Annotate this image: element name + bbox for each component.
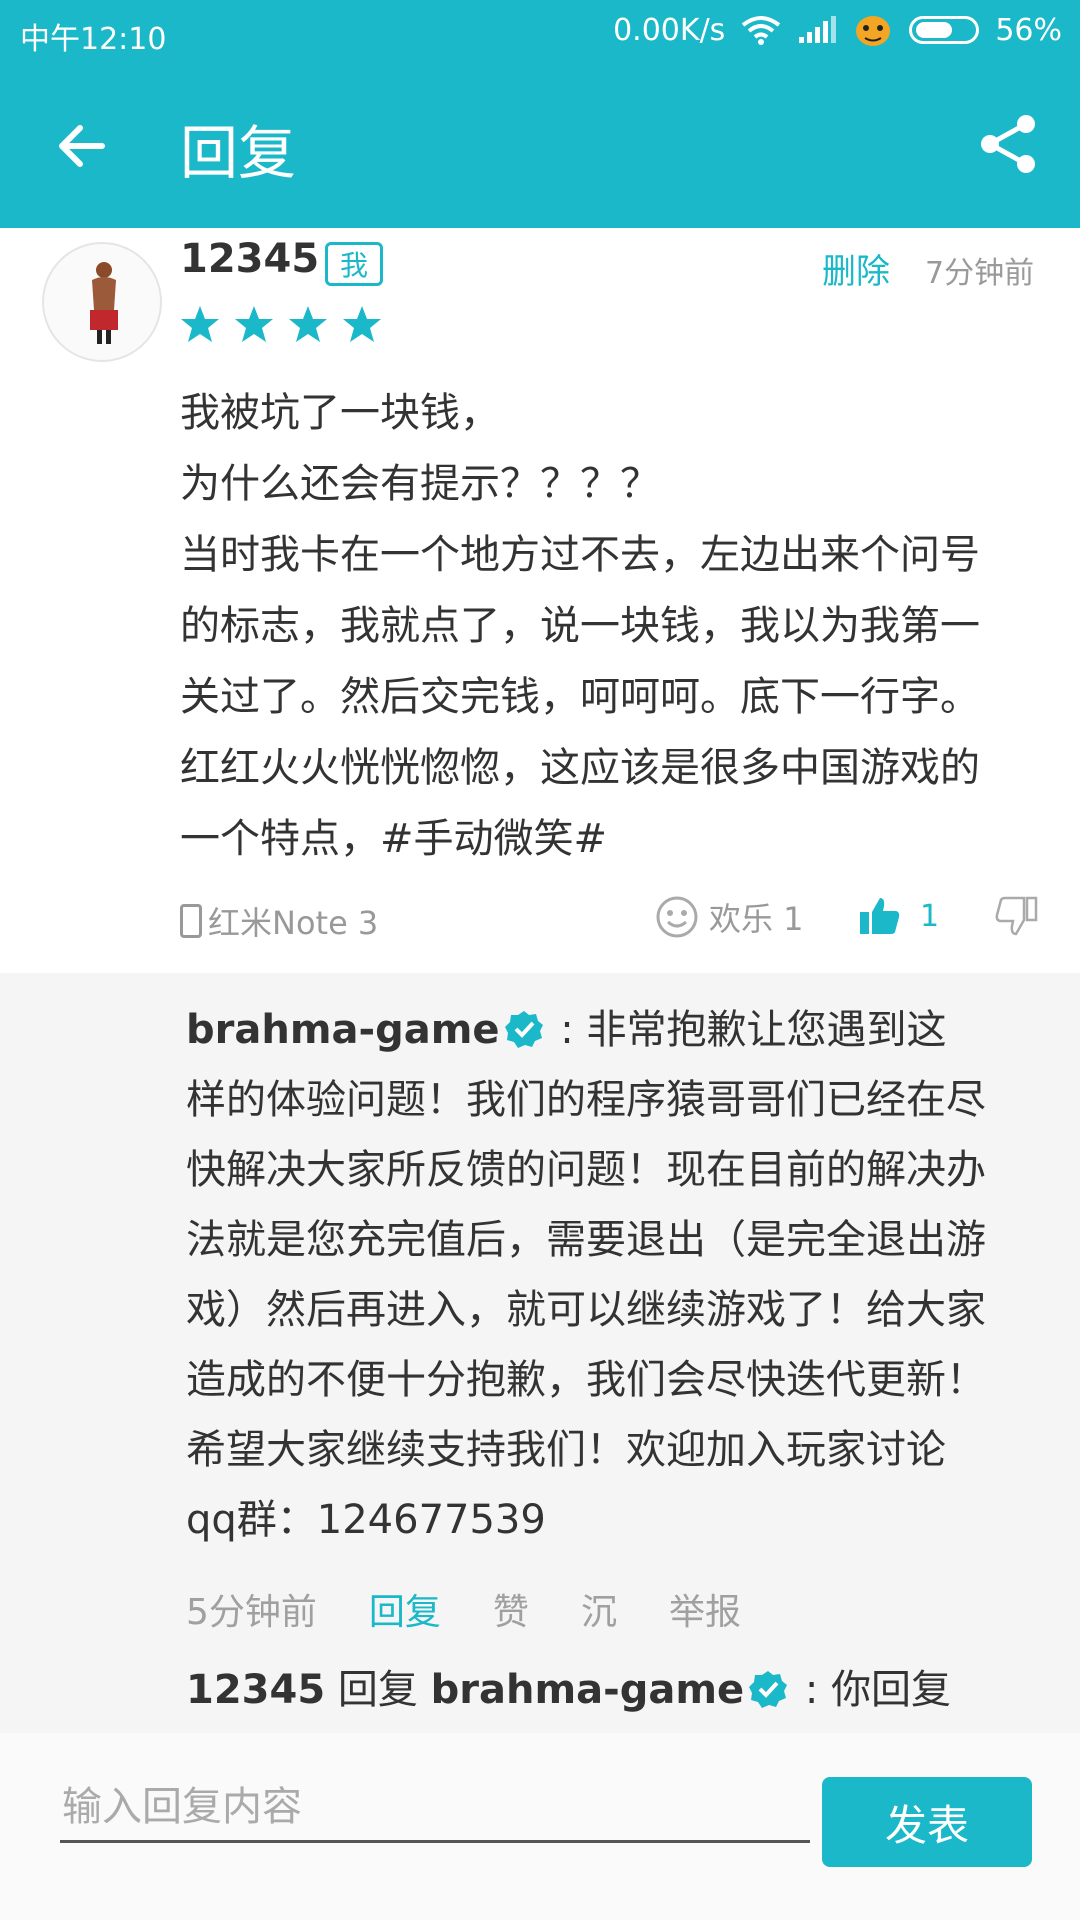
delete-button[interactable]: 删除 [822, 244, 890, 293]
happy-button[interactable]: 欢乐 1 [655, 894, 804, 940]
comment-time: 7分钟前 [925, 256, 1035, 291]
top-bar: 中午12:10 0.00K/s 56% 回复 [0, 0, 1080, 228]
comment-meta: 红米Note 3 欢乐 1 1 [0, 896, 1080, 948]
verified-badge-icon [749, 1671, 788, 1708]
rating-stars [180, 304, 382, 344]
star-icon [289, 306, 327, 342]
device-name: 红米Note 3 [208, 904, 379, 942]
star-icon [235, 306, 273, 342]
reply-author[interactable]: 12345 [186, 1667, 325, 1713]
reply-word: 回复 [325, 1667, 431, 1713]
verified-badge-icon [504, 1011, 543, 1048]
like-count: 1 [920, 898, 940, 934]
app-bar: 回复 [0, 64, 1080, 228]
reply-separator: : [792, 1667, 832, 1713]
main-comment: 12345 我 删除 7分钟前 我被坑了一块钱， 为什么还会有提示？？？？ 当时… [0, 228, 1080, 973]
device-info: 红米Note 3 [180, 898, 378, 944]
tiger-app-icon [856, 16, 891, 46]
wifi-icon [742, 16, 781, 45]
like-button[interactable]: 1 [858, 894, 939, 938]
status-bar: 中午12:10 0.00K/s 56% [0, 0, 1080, 64]
reply-time: 5分钟前 [186, 1592, 317, 1633]
reply-actions: 5分钟前 回复 赞 沉 举报 [186, 1583, 741, 1635]
comment-body: 我被坑了一块钱， 为什么还会有提示？？？？ 当时我卡在一个地方过不去，左边出来个… [180, 390, 980, 862]
battery-percent: 56% [995, 12, 1062, 48]
reply-list: brahma-game : 非常抱歉让您遇到这样的体验问题！我们的程序猿哥哥们已… [0, 973, 1080, 1783]
reply-input[interactable] [60, 1773, 810, 1843]
status-time: 中午12:10 [20, 22, 167, 57]
back-arrow-icon[interactable] [52, 116, 112, 176]
star-icon [343, 306, 381, 342]
upvote-button[interactable]: 赞 [493, 1583, 529, 1635]
reply-text: 非常抱歉让您遇到这样的体验问题！我们的程序猿哥哥们已经在尽快解决大家所反馈的问题… [186, 1007, 986, 1543]
star-icon [181, 306, 219, 342]
thumbs-up-icon [860, 898, 900, 934]
page-title: 回复 [180, 119, 297, 187]
report-button[interactable]: 举报 [669, 1583, 741, 1635]
net-speed: 0.00K/s [613, 12, 726, 48]
smile-icon [656, 896, 698, 938]
me-badge: 我 [325, 242, 383, 286]
reply-input-bar: 发表 [0, 1733, 1080, 1920]
reply-button[interactable]: 回复 [369, 1583, 441, 1635]
share-icon[interactable] [976, 112, 1040, 176]
battery-icon [909, 16, 980, 44]
reply-target[interactable]: brahma-game [431, 1667, 745, 1713]
comment-username[interactable]: 12345 [180, 236, 319, 282]
signal-icon [799, 16, 837, 43]
post-button[interactable]: 发表 [822, 1777, 1032, 1867]
reply-author[interactable]: brahma-game [186, 1007, 500, 1053]
thumbs-down-icon [995, 896, 1038, 936]
status-indicators: 0.00K/s 56% [613, 12, 1062, 48]
reply-separator: : [547, 1007, 587, 1053]
happy-label: 欢乐 1 [709, 900, 804, 938]
avatar-figure-icon [90, 262, 118, 344]
reply-item: brahma-game : 非常抱歉让您遇到这样的体验问题！我们的程序猿哥哥们已… [186, 995, 986, 1555]
phone-icon [180, 904, 202, 938]
sink-button[interactable]: 沉 [581, 1583, 617, 1635]
avatar[interactable] [42, 242, 162, 362]
dislike-button[interactable] [994, 894, 1038, 942]
